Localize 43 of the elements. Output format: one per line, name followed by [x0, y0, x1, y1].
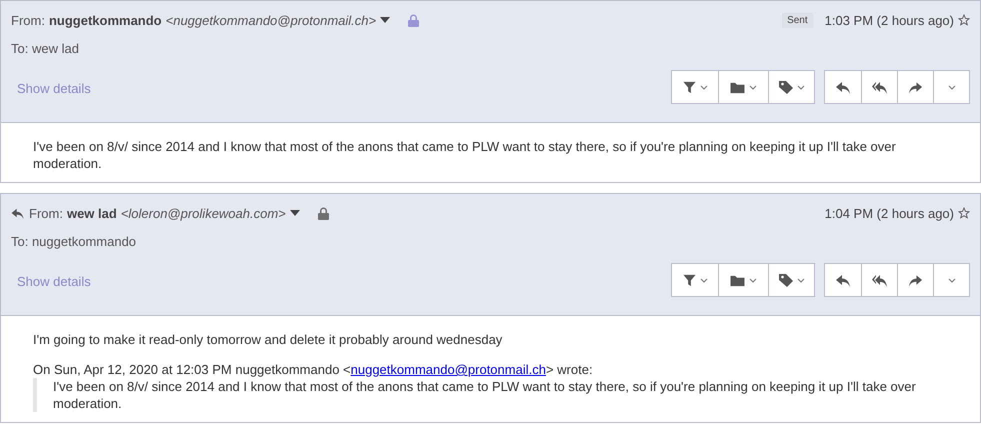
tag-icon: [778, 273, 792, 287]
caret-icon: [948, 278, 956, 282]
quoted-text: I've been on 8/v/ since 2014 and I know that most of the anons that came to PLW want to stay there, so if you're planning on keeping it up I'll take over moderation.: [33, 378, 948, 412]
dropdown-icon[interactable]: [380, 17, 390, 23]
reply-icon: [836, 273, 850, 287]
folder-icon: [730, 80, 745, 94]
replyall-icon: [872, 80, 888, 94]
sender-address: <loleron@prolikewoah.com>: [120, 206, 286, 220]
sender-name: nuggetkommando: [48, 12, 162, 28]
quote-attribution: On Sun, Apr 12, 2020 at 12:03 PM nuggetkommando <: [33, 362, 351, 377]
message-text: I've been on 8/v/ since 2014 and I know that most of the anons that came to PLW want to stay there, so if you're planning on keeping it up I'll take over moderation.: [33, 138, 897, 172]
message-time: 1:04 PM (2 hours ago): [824, 206, 954, 220]
dropdown-icon[interactable]: [290, 210, 300, 216]
message-text: I'm going to make it read-only tomorrow and delete it probably around wednesday: [33, 331, 504, 348]
reply-icon: [836, 80, 850, 94]
caret-icon: [796, 84, 804, 90]
forward-icon: [908, 80, 923, 94]
forward-icon: [908, 273, 923, 287]
from-label: From:: [29, 206, 63, 220]
recipient-line: To: nuggetkommando: [11, 234, 138, 249]
replyall-icon: [872, 273, 888, 287]
message-time: 1:03 PM (2 hours ago): [824, 12, 954, 28]
sender-name: wew lad: [66, 206, 117, 220]
caret-icon: [700, 84, 708, 90]
caret-icon: [700, 278, 708, 282]
filter-icon: [682, 274, 696, 286]
tag-icon: [778, 80, 792, 94]
star-icon[interactable]: [958, 14, 970, 26]
show-details-link[interactable]: Show details: [17, 274, 91, 289]
status-badge: Sent: [782, 12, 813, 28]
email-link[interactable]: nuggetkommando@protonmail.ch: [350, 362, 546, 377]
caret-icon: [796, 278, 804, 282]
recipient-line: To: wew lad: [11, 41, 80, 56]
show-details-link[interactable]: Show details: [17, 81, 91, 96]
caret-icon: [749, 278, 757, 282]
star-icon[interactable]: [958, 207, 970, 219]
folder-icon: [730, 274, 745, 286]
quote-attribution: > wrote:: [546, 362, 593, 377]
caret-icon: [948, 84, 956, 90]
sender-address: <nuggetkommando@protonmail.ch>: [166, 12, 376, 28]
caret-icon: [749, 84, 757, 90]
from-label: From:: [11, 12, 45, 28]
filter-icon: [682, 80, 696, 94]
